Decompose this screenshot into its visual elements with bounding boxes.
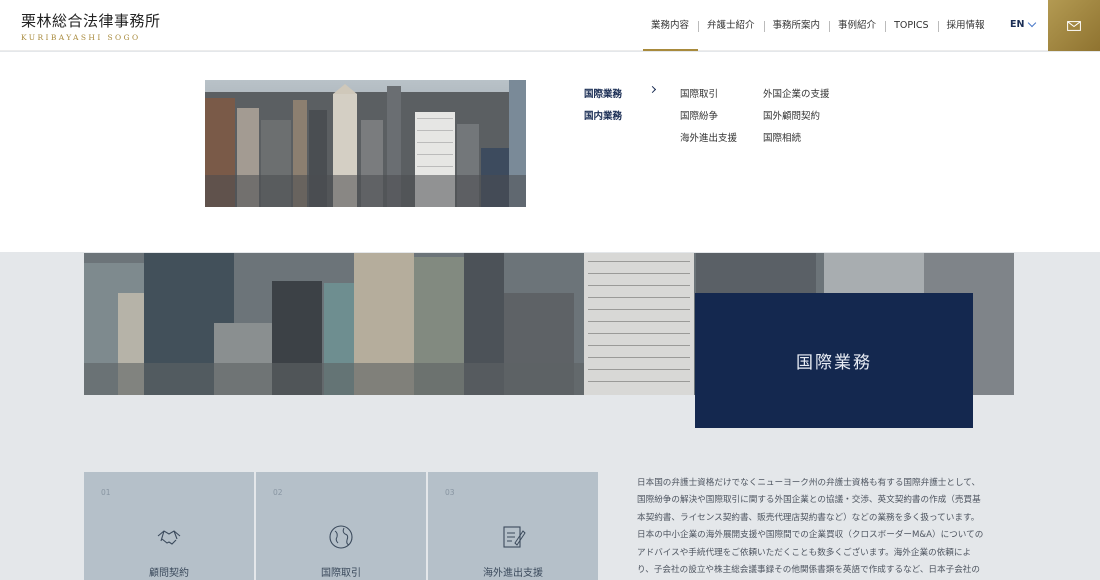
dropdown-link-overseas-advisory[interactable]: 国外顧問契約 bbox=[763, 108, 820, 122]
nav-item-recruit[interactable]: 採用情報 bbox=[937, 18, 994, 34]
chevron-down-icon bbox=[1028, 18, 1037, 28]
intro-line: 国際紛争の解決や国際取引に関する外国企業との協議・交渉、英文契約書の作成（売買基 bbox=[637, 495, 981, 506]
language-switcher[interactable]: EN bbox=[1010, 18, 1037, 30]
dropdown-link-international-inheritance[interactable]: 国際相続 bbox=[763, 130, 801, 144]
intro-line: り、子会社の設立や株主総会議事録その他関係書類を英語で作成するなど、日本子会社の bbox=[637, 565, 980, 576]
page-title: 国際業務 bbox=[796, 353, 872, 373]
international-cityscape-image bbox=[205, 80, 526, 207]
nav-item-cases[interactable]: 事例紹介 bbox=[829, 18, 885, 34]
dropdown-category-international[interactable]: 国際業務 bbox=[584, 86, 622, 100]
document-pen-icon bbox=[503, 526, 526, 548]
intro-paragraph: 日本国の弁護士資格だけでなくニューヨーク州の弁護士資格も有する国際弁護士として、… bbox=[637, 475, 1009, 579]
globe-icon bbox=[329, 525, 353, 549]
site-header: 栗林総合法律事務所 KURIBAYASHI SOGO 業務内容 弁護士紹介 事務… bbox=[0, 0, 1100, 51]
card-label: 海外進出支援 bbox=[483, 568, 543, 579]
main-nav: 業務内容 弁護士紹介 事務所案内 事例紹介 TOPICS 採用情報 bbox=[643, 18, 994, 51]
service-card-advisory[interactable]: 01 顧問契約 bbox=[84, 472, 254, 580]
card-number: 03 bbox=[445, 488, 455, 497]
dropdown-link-overseas-expansion[interactable]: 海外進出支援 bbox=[680, 130, 737, 144]
intro-line: 日本の中小企業の海外展開支援や国際間での企業買収（クロスボーダーM&A）について… bbox=[637, 530, 984, 541]
dropdown-category-domestic[interactable]: 国内業務 bbox=[584, 108, 622, 122]
intro-line: アドバイスや手続代理をご依頼いただくことも数多くございます。海外企業の依頼によ bbox=[637, 547, 972, 558]
intro-line: 本契約書、ライセンス契約書、販売代理店契約書など）などの業務を多く扱っています。 bbox=[637, 512, 980, 523]
nav-item-lawyers[interactable]: 弁護士紹介 bbox=[698, 18, 764, 34]
handshake-icon bbox=[157, 530, 181, 545]
contact-mail-button[interactable] bbox=[1048, 0, 1100, 51]
logo-english: KURIBAYASHI SOGO bbox=[21, 33, 141, 42]
card-label: 国際取引 bbox=[321, 568, 361, 579]
card-number: 01 bbox=[101, 488, 111, 497]
site-logo[interactable]: 栗林総合法律事務所 KURIBAYASHI SOGO bbox=[21, 10, 161, 42]
service-card-international-trade[interactable]: 02 国際取引 bbox=[256, 472, 426, 580]
language-label: EN bbox=[1010, 19, 1025, 30]
dropdown-link-international-disputes[interactable]: 国際紛争 bbox=[680, 108, 718, 122]
service-card-overseas-expansion[interactable]: 03 海外進出支援 bbox=[428, 472, 598, 580]
service-cards: 01 顧問契約 02 国際取引 03 海外進出支援 bbox=[84, 472, 598, 580]
card-label: 顧問契約 bbox=[149, 568, 189, 579]
intro-line: 日本国の弁護士資格だけでなくニューヨーク州の弁護士資格も有する国際弁護士として、 bbox=[637, 478, 981, 488]
nav-item-services[interactable]: 業務内容 bbox=[643, 18, 699, 51]
mail-icon bbox=[1067, 20, 1081, 31]
dropdown-link-foreign-company-support[interactable]: 外国企業の支援 bbox=[763, 86, 830, 100]
hero-title-box: 国際業務 bbox=[695, 293, 973, 428]
nav-item-topics[interactable]: TOPICS bbox=[885, 18, 937, 34]
dropdown-link-international-trade[interactable]: 国際取引 bbox=[680, 86, 718, 100]
services-dropdown: 国際業務 国内業務 国際取引 外国企業の支援 国際紛争 国外顧問契約 海外進出支… bbox=[0, 52, 1100, 252]
logo-japanese: 栗林総合法律事務所 bbox=[21, 12, 161, 30]
chevron-right-icon bbox=[648, 85, 657, 94]
card-number: 02 bbox=[273, 488, 283, 497]
nav-item-office[interactable]: 事務所案内 bbox=[763, 18, 830, 34]
